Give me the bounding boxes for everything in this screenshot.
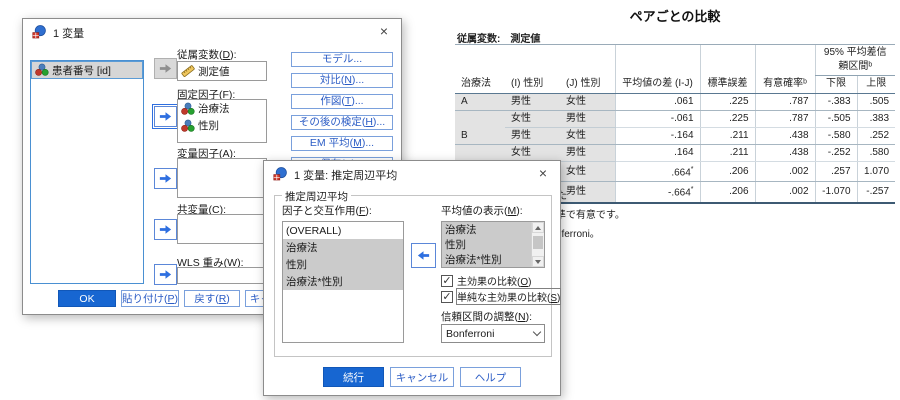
table-row: 女性 男性 .164 .211 .438 -.252 .580 — [455, 144, 896, 162]
variable-name: 治療法 — [198, 103, 230, 115]
wls-field[interactable] — [177, 267, 267, 284]
side-button[interactable]: その後の検定(H)... — [291, 115, 393, 130]
dialog-titlebar[interactable]: 1 変量: 推定周辺平均 × — [264, 161, 560, 187]
paste-button[interactable]: 貼り付け(P) — [121, 290, 179, 307]
dialog-title: 1 変量: 推定周辺平均 — [294, 170, 398, 182]
ci-adjust-value: Bonferroni — [446, 327, 495, 340]
checkbox-checked-icon: ✓ — [441, 274, 453, 287]
ok-button[interactable]: OK — [58, 290, 116, 307]
display-mean-item[interactable]: 治療法 — [442, 222, 531, 237]
table-row: A 男性 女性 .061 .225 .787 -.383 .505 — [455, 93, 896, 111]
covariates-list[interactable] — [177, 214, 267, 244]
scroll-down-icon[interactable] — [532, 256, 544, 267]
compare-main-effects-checkbox[interactable]: ✓ 主効果の比較(O) — [441, 273, 531, 288]
side-button[interactable]: 作図(T)... — [291, 94, 393, 109]
col-header: 平均値の差 (I-J) — [614, 75, 701, 94]
table-header-row-1: 95% 平均差信頼区間ᵇ — [455, 44, 896, 76]
spss-dialog-icon — [273, 167, 287, 181]
col-header: 治療法 — [455, 75, 505, 94]
col-header: 下限 — [814, 75, 858, 94]
dependent-field[interactable]: 測定値 — [177, 61, 267, 81]
dialog-title: 1 変量 — [53, 28, 85, 40]
fixed-factors-list[interactable]: 治療法 性別 — [177, 99, 267, 143]
factor-item[interactable]: (OVERALL) — [283, 222, 403, 239]
scrollbar-thumb[interactable] — [533, 236, 543, 249]
table-header-row-2: 治療法 (I) 性別 (J) 性別 平均値の差 (I-J) 標準誤差 有意確率ᵇ… — [455, 75, 896, 94]
transfer-arrow-fixed-factors[interactable] — [152, 104, 179, 129]
side-button[interactable]: モデル... — [291, 52, 393, 67]
col-header: (I) 性別 — [505, 75, 560, 94]
factor-item[interactable]: 治療法 — [283, 239, 403, 256]
display-mean-item[interactable]: 性別 — [442, 237, 531, 252]
table-title: ペアごとの比較 — [629, 9, 721, 24]
col-header: 上限 — [856, 75, 896, 94]
dependent-variable-line: 従属変数: 測定値 — [457, 30, 550, 45]
nominal-variable-icon — [181, 119, 195, 133]
nominal-variable-icon — [181, 102, 195, 116]
side-button[interactable]: EM 平均(M)... — [291, 136, 393, 151]
table-row: B 男性 女性 -.164 .211 .438 -.580 .252 — [455, 127, 896, 145]
help-button[interactable]: ヘルプ — [460, 367, 521, 387]
scrollbar[interactable] — [531, 222, 544, 267]
spss-dialog-icon — [32, 25, 46, 39]
transfer-arrow-wls[interactable] — [154, 264, 177, 285]
display-means-items: 治療法 性別 治療法*性別 — [442, 222, 531, 267]
table-row: 女性 男性 -.061 .225 .787 -.505 .383 — [455, 110, 896, 128]
groupbox-label: 推定周辺平均 — [282, 189, 351, 204]
display-mean-item[interactable]: 治療法*性別 — [442, 252, 531, 267]
ci-adjust-label: 信頼区間の調整(N): — [441, 311, 533, 323]
display-means-label: 平均値の表示(M): — [441, 205, 523, 217]
checkbox-label: 単純な主効果の比較(S) — [455, 288, 562, 305]
transfer-arrow-dependent[interactable] — [154, 58, 177, 79]
col-header: (J) 性別 — [560, 75, 616, 94]
dialog-titlebar[interactable]: 1 変量 × — [23, 19, 401, 45]
reset-button[interactable]: 戻す(R) — [184, 290, 240, 307]
compare-simple-effects-checkbox[interactable]: ✓ 単純な主効果の比較(S) — [441, 288, 562, 305]
random-factors-list[interactable] — [177, 158, 267, 198]
factor-item[interactable]: 治療法*性別 — [283, 273, 403, 290]
source-variable-item[interactable]: 患者番号 [id] — [31, 61, 143, 79]
factor-item[interactable]: 性別 — [283, 256, 403, 273]
nominal-variable-icon — [35, 63, 49, 77]
scale-variable-icon — [181, 64, 195, 78]
checkbox-checked-icon: ✓ — [441, 290, 453, 303]
transfer-arrow-display-means[interactable] — [411, 243, 436, 268]
source-variable-list[interactable]: 患者番号 [id] — [30, 60, 144, 284]
variable-name: 患者番号 [id] — [52, 64, 111, 77]
side-button[interactable]: 対比(N)... — [291, 73, 393, 88]
fixed-factor-item[interactable]: 治療法 — [178, 100, 266, 117]
transfer-arrow-covariates[interactable] — [154, 219, 177, 240]
em-means-dialog: 1 変量: 推定周辺平均 × 推定周辺平均 因子と交互作用(F): (OVERA… — [263, 160, 562, 396]
display-means-list[interactable]: 治療法 性別 治療法*性別 — [441, 221, 545, 268]
col-header: 有意確率ᵇ — [754, 75, 816, 94]
close-icon[interactable]: × — [534, 164, 552, 182]
dependent-variable-name: 測定値 — [198, 65, 230, 78]
cancel-button[interactable]: キャンセル — [390, 367, 454, 387]
factors-label: 因子と交互作用(F): — [282, 205, 372, 217]
dependent-field-label: 従属変数(D): — [177, 49, 237, 61]
ci-adjust-select[interactable]: Bonferroni — [441, 324, 545, 343]
variable-name: 性別 — [198, 120, 219, 132]
fixed-factor-item[interactable]: 性別 — [178, 117, 266, 134]
screen: ペアごとの比較 従属変数: 測定値 95% 平均差信頼区間ᵇ 治療法 (I) 性… — [0, 0, 900, 400]
close-icon[interactable]: × — [375, 22, 393, 40]
chevron-down-icon — [532, 327, 542, 337]
transfer-arrow-random-factors[interactable] — [154, 168, 177, 189]
checkbox-label: 主効果の比較(O) — [457, 277, 532, 288]
scroll-up-icon[interactable] — [532, 222, 544, 233]
col-header: 標準誤差 — [699, 75, 756, 94]
ci-span-header: 95% 平均差信頼区間ᵇ — [814, 44, 896, 76]
factors-interactions-list[interactable]: (OVERALL) 治療法 性別 治療法*性別 — [282, 221, 404, 343]
dialog-side-buttons: モデル... 対比(N)... 作図(T)... その後の検定(H)... EM 平均(… — [291, 52, 393, 172]
continue-button[interactable]: 続行 — [323, 367, 384, 387]
